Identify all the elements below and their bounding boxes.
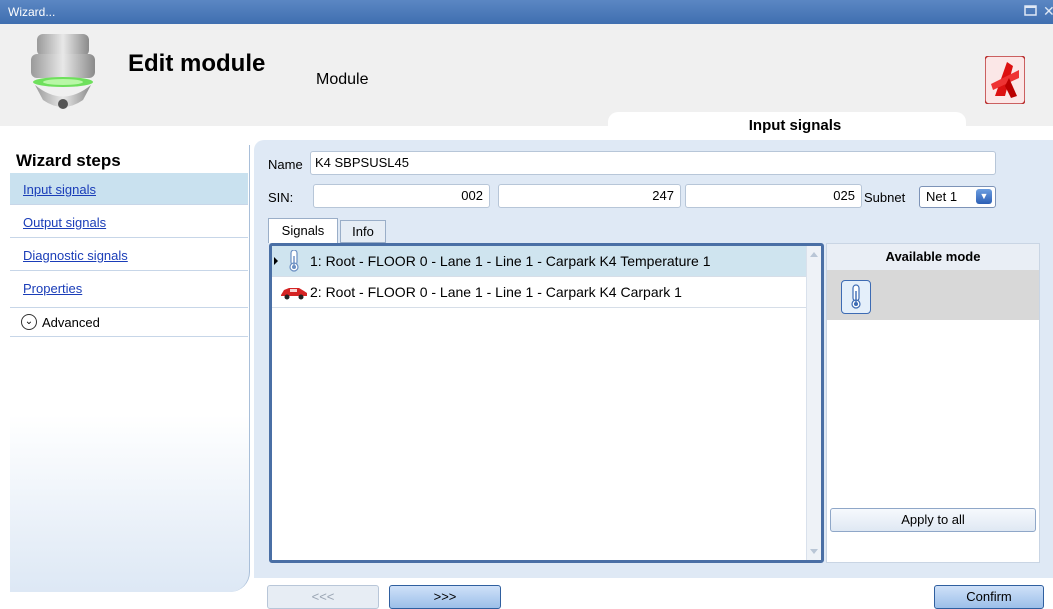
thermometer-icon [280,249,308,272]
available-mode-header: Available mode [827,244,1039,270]
tab-signals[interactable]: Signals [268,218,338,243]
sin-field-2[interactable]: 247 [498,184,681,208]
advanced-expander[interactable]: ⌄ Advanced [10,307,248,337]
window-titlebar: Wizard... ✕ [0,0,1053,24]
name-field[interactable]: K4 SBPSUSL45 [310,151,996,175]
thermometer-mode-button[interactable] [841,280,871,314]
list-item[interactable]: 1: Root - FLOOR 0 - Lane 1 - Line 1 - Ca… [272,246,806,277]
module-device-icon [23,30,103,120]
close-icon[interactable]: ✕ [1043,4,1053,18]
sidebar-link-output-signals[interactable]: Output signals [23,215,106,230]
apply-to-all-button[interactable]: Apply to all [830,508,1036,532]
scroll-up-icon[interactable] [810,252,818,257]
sidebar-link-diagnostic-signals[interactable]: Diagnostic signals [23,248,128,263]
maximize-icon[interactable] [1024,5,1037,16]
list-scrollbar[interactable] [806,246,821,560]
subnet-value: Net 1 [926,189,958,204]
chevron-down-icon[interactable]: ▼ [976,189,992,204]
scroll-down-icon[interactable] [810,549,818,554]
wizard-steps-title: Wizard steps [16,151,121,170]
sidebar-link-properties[interactable]: Properties [23,281,82,296]
car-icon [280,281,308,303]
tab-info[interactable]: Info [340,220,386,243]
confirm-button[interactable]: Confirm [934,585,1044,609]
list-item[interactable]: 2: Root - FLOOR 0 - Lane 1 - Line 1 - Ca… [272,277,806,308]
wizard-steps-sidebar: Wizard steps Input signals Output signal… [10,145,250,592]
subnet-label: Subnet [864,190,906,205]
sidebar-item-diagnostic-signals[interactable]: Diagnostic signals [10,239,248,271]
signal-label: 1: Root - FLOOR 0 - Lane 1 - Line 1 - Ca… [310,253,711,269]
step-tab-caption-text: Input signals [748,117,842,134]
app-logo-icon [984,55,1026,105]
sin-field-1[interactable]: 002 [313,184,490,208]
subnet-select[interactable]: Net 1 ▼ [919,186,996,208]
signal-label: 2: Root - FLOOR 0 - Lane 1 - Line 1 - Ca… [310,284,682,300]
sidebar-item-properties[interactable]: Properties [10,272,248,303]
sidebar-item-output-signals[interactable]: Output signals [10,206,248,238]
chevron-down-icon[interactable]: ⌄ [21,314,37,330]
main-panel: Name K4 SBPSUSL45 SIN: 002 247 025 Subne… [254,140,1053,609]
advanced-label: Advanced [42,315,100,330]
page-subtitle: Module [316,71,369,88]
previous-step-button[interactable]: <<< [267,585,379,609]
sin-label: SIN: [268,190,294,205]
row-pointer-icon [274,257,278,265]
thermometer-icon [851,284,861,309]
signals-list: 1: Root - FLOOR 0 - Lane 1 - Line 1 - Ca… [269,243,824,563]
sin-field-3[interactable]: 025 [685,184,862,208]
sidebar-item-input-signals[interactable]: Input signals [10,173,248,205]
step-tab-caption: Input signals [608,112,966,140]
window-title: Wizard... [8,5,56,19]
page-title: Edit module [128,50,266,77]
name-label: Name [268,157,303,172]
sidebar-link-input-signals[interactable]: Input signals [23,182,96,197]
next-step-button[interactable]: >>> [389,585,501,609]
